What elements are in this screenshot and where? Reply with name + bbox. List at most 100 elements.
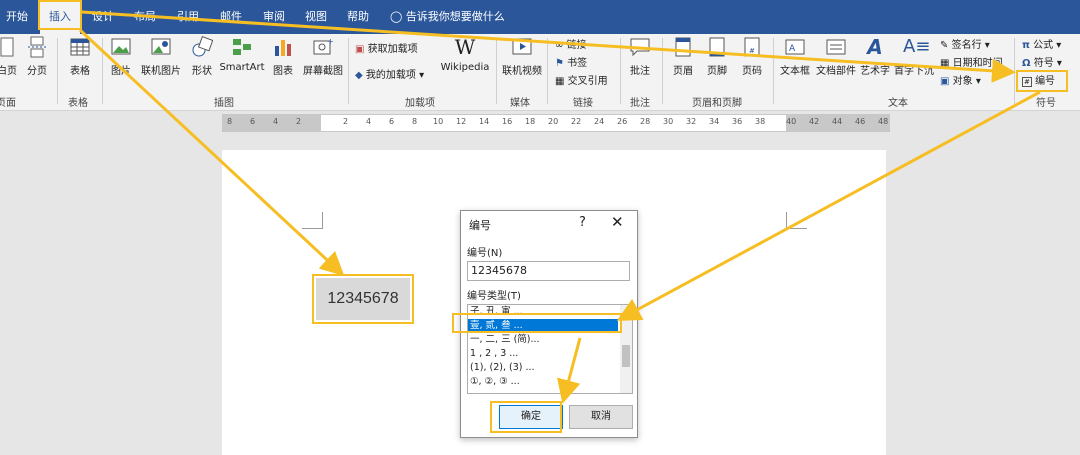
ruler-tick: 48 [878,117,889,126]
dropcap-button[interactable]: A≡ 首字下沉 [892,36,936,86]
footer-button[interactable]: 页脚 [702,36,732,86]
tab-home[interactable]: 开始 [6,0,28,34]
online-pictures-button[interactable]: 联机图片 [138,36,184,86]
ribbon-separator [620,38,621,104]
tab-layout[interactable]: 布局 [134,0,156,34]
number-type-label: 编号类型(T) [467,291,521,302]
blank-page-button[interactable]: 白页 [0,36,22,86]
wordart-button[interactable]: A 艺术字 [858,36,892,86]
link-icon: ∞ [555,40,564,51]
cancel-button[interactable]: 取消 [569,405,633,429]
ruler-tick: 14 [479,117,490,126]
highlight-insert-tab [38,0,82,30]
ruler-tick: 30 [663,117,674,126]
tab-mailings[interactable]: 邮件 [220,0,242,34]
tab-references[interactable]: 引用 [177,0,199,34]
datetime-button[interactable]: ▦ 日期和时间 [940,56,1003,72]
ribbon-separator [496,38,497,104]
ruler-tick: 8 [412,117,418,126]
list-item[interactable]: 1 , 2 , 3 ... [470,347,518,361]
help-button[interactable]: ? [579,215,586,230]
bookmark-icon: ⚑ [555,58,564,69]
highlight-selected-type [452,313,622,333]
equation-button[interactable]: π 公式 ▾ [1022,38,1061,54]
omega-icon: Ω [1022,58,1031,69]
page-number-button[interactable]: # 页码 [736,36,768,86]
online-video-button[interactable]: 联机视频 [500,36,544,86]
picture-icon [111,38,131,55]
pictures-button[interactable]: 图片 [106,36,136,86]
store-icon: ▣ [355,44,365,55]
ruler-tick: 28 [640,117,651,126]
chart-icon [275,40,291,56]
tab-help[interactable]: 帮助 [347,0,369,34]
horizontal-ruler[interactable]: 8 6 4 2 2 4 6 8 10 12 14 16 18 20 22 24 … [222,114,890,132]
ruler-tick: 24 [594,117,605,126]
ribbon-separator [547,38,548,104]
cross-reference-icon: ▦ [555,76,565,87]
group-label-text: 文本 [888,98,908,109]
tab-design[interactable]: 设计 [92,0,114,34]
chevron-down-icon: ▾ [984,40,990,51]
video-icon [512,38,532,55]
textbox-button[interactable]: A 文本框 [778,36,812,86]
svg-text:#: # [749,47,755,55]
svg-text:A: A [789,44,796,54]
group-label-addins: 加载项 [405,98,435,109]
textbox-icon: A [785,39,805,55]
tab-view[interactable]: 视图 [305,0,327,34]
header-button[interactable]: 页眉 [668,36,698,86]
pi-icon: π [1022,40,1030,51]
ruler-tick: 6 [250,117,256,126]
close-button[interactable]: ✕ [611,213,624,231]
ruler-tick: 44 [832,117,843,126]
ruler-tick: 8 [227,117,233,126]
ruler-tick: 40 [786,117,797,126]
chart-button[interactable]: 图表 [268,36,298,86]
list-item[interactable]: 一, 二, 三 (简)... [470,333,540,347]
ribbon-separator [348,38,349,104]
ruler-tick: 12 [456,117,467,126]
bookmark-button[interactable]: ⚑ 书签 [555,56,587,72]
comment-button[interactable]: 批注 [624,36,656,86]
ruler-tick: 2 [296,117,302,126]
cross-reference-button[interactable]: ▦ 交叉引用 [555,74,608,90]
ribbon-tab-bar: 开始 插入 设计 布局 引用 邮件 审阅 视图 帮助 ◯ 告诉我你想要做什么 [0,0,1080,34]
page-break-button[interactable]: 分页 [22,36,52,86]
number-label: 编号(N) [467,248,503,259]
signature-line-button[interactable]: ✎ 签名行 ▾ [940,38,990,54]
scrollbar-thumb[interactable] [622,345,630,367]
wikipedia-icon: W [454,35,476,59]
ruler-tick: 18 [525,117,536,126]
ruler-tick: 6 [389,117,395,126]
ruler-tick: 10 [433,117,444,126]
table-button[interactable]: 表格 [63,36,97,86]
list-item[interactable]: (1), (2), (3) ... [470,361,535,375]
my-addins-button[interactable]: ◆ 我的加载项 ▾ [355,68,424,84]
group-label-tables: 表格 [68,98,88,109]
ruler-margin-left [223,115,321,131]
tell-me-box[interactable]: ◯ 告诉我你想要做什么 [390,0,505,34]
ruler-tick: 38 [755,117,766,126]
tab-review[interactable]: 审阅 [263,0,285,34]
quick-parts-icon [826,39,846,55]
ruler-tick: 4 [273,117,279,126]
object-button[interactable]: ▣ 对象 ▾ [940,74,981,90]
number-input[interactable]: 12345678 [467,261,630,281]
header-icon [675,37,691,57]
shapes-button[interactable]: 形状 [186,36,218,86]
screenshot-button[interactable]: + 屏幕截图 [300,36,346,86]
ruler-tick: 34 [709,117,720,126]
list-item[interactable]: ①, ②, ③ ... [470,375,520,389]
calendar-icon: ▦ [940,58,950,69]
lightbulb-icon: ◯ [390,10,403,23]
link-button[interactable]: ∞ 链接 [555,38,587,54]
ruler-tick: 32 [686,117,697,126]
smartart-button[interactable]: SmartArt [218,36,266,86]
chevron-down-icon: ▾ [1056,58,1062,69]
wikipedia-button[interactable]: W Wikipedia [438,36,492,86]
get-addins-button[interactable]: ▣ 获取加载项 [355,42,418,58]
highlight-number-button [1016,70,1068,92]
ruler-tick: 22 [571,117,582,126]
quick-parts-button[interactable]: 文档部件 [814,36,858,86]
